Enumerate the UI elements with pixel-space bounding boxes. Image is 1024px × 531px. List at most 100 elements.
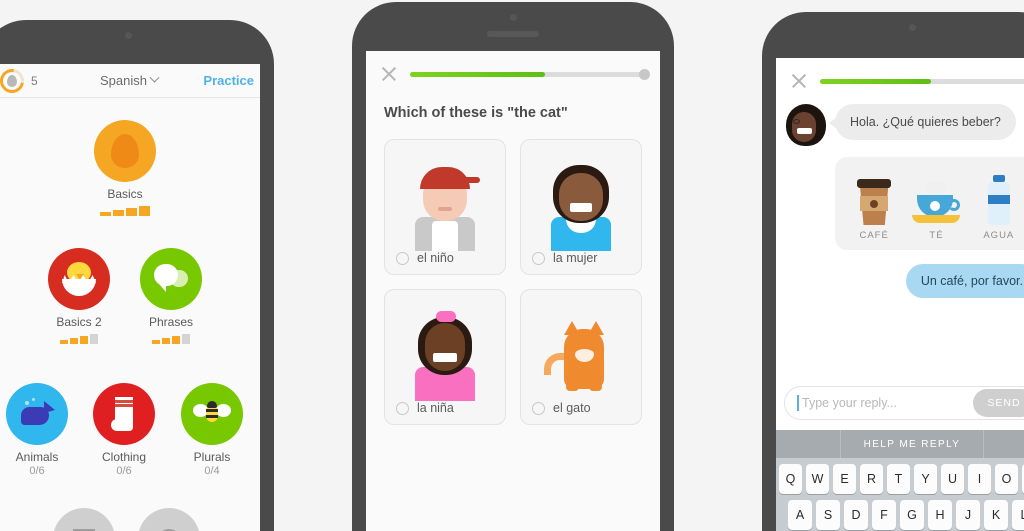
phone-device-center: Which of these is "the cat" el niño la m… bbox=[352, 2, 674, 531]
key-q[interactable]: Q bbox=[779, 464, 802, 494]
drink-option-te[interactable]: TÉ bbox=[906, 169, 966, 241]
skill-icon-disc bbox=[53, 508, 115, 531]
key-k[interactable]: K bbox=[984, 500, 1008, 530]
reply-placeholder: Type your reply... bbox=[802, 396, 897, 410]
on-screen-keyboard: QWERTYUIOP ASDFGHJKL ZXCVBNM bbox=[776, 458, 1024, 531]
golden-egg-icon bbox=[111, 134, 139, 168]
lesson-progress-bar bbox=[410, 68, 650, 80]
boy-avatar bbox=[406, 159, 484, 251]
skill-name: Animals bbox=[15, 450, 59, 464]
phone-device-left: 5 Spanish Practice Basics Basics 2 Phras… bbox=[0, 20, 274, 531]
progress-knob-icon bbox=[639, 68, 650, 80]
drink-label: AGUA bbox=[983, 230, 1015, 241]
drink-option-cafe[interactable]: CAFÉ bbox=[844, 169, 904, 241]
choice-label: el gato bbox=[553, 401, 591, 415]
skill-icon-disc bbox=[94, 120, 156, 182]
skill-icon-disc bbox=[93, 383, 155, 445]
coffee-cup-icon bbox=[844, 169, 904, 225]
help-right-segment[interactable] bbox=[984, 430, 1024, 458]
choice-illustration bbox=[521, 140, 641, 251]
close-icon[interactable] bbox=[380, 65, 398, 83]
reply-input-wrapper[interactable]: Type your reply... SEND bbox=[784, 386, 1024, 420]
drink-label: TÉ bbox=[929, 230, 944, 241]
skill-locked-2[interactable] bbox=[138, 508, 200, 531]
avatar bbox=[786, 104, 826, 146]
skill-icon-disc bbox=[6, 383, 68, 445]
key-f[interactable]: F bbox=[872, 500, 896, 530]
radio-icon[interactable] bbox=[532, 251, 545, 265]
close-icon[interactable] bbox=[790, 72, 808, 90]
choice-el-nino[interactable]: el niño bbox=[384, 139, 506, 275]
key-s[interactable]: S bbox=[816, 500, 840, 530]
keyboard-row-2: ASDFGHJKL bbox=[779, 500, 1024, 530]
choice-la-mujer[interactable]: la mujer bbox=[520, 139, 642, 275]
skill-clothing[interactable]: Clothing 0/6 bbox=[93, 383, 155, 477]
skill-locked-1[interactable] bbox=[53, 508, 115, 531]
skill-icon-disc bbox=[181, 383, 243, 445]
drink-option-agua[interactable]: AGUA bbox=[969, 169, 1024, 241]
camera-dot-icon bbox=[124, 32, 132, 39]
skill-progress-bars bbox=[140, 333, 202, 344]
key-y[interactable]: Y bbox=[914, 464, 937, 494]
whale-icon bbox=[19, 398, 55, 427]
skill-icon-disc bbox=[48, 248, 110, 310]
chat-bot-screen: Hola. ¿Qué quieres beber? CAFÉ TÉ AGUA U… bbox=[776, 58, 1024, 531]
key-j[interactable]: J bbox=[956, 500, 980, 530]
question-prompt: Which of these is "the cat" bbox=[384, 105, 568, 121]
choice-el-gato[interactable]: el gato bbox=[520, 289, 642, 425]
streak-count: 5 bbox=[31, 73, 38, 88]
skill-basics-2[interactable]: Basics 2 bbox=[48, 248, 110, 344]
skill-progress-bars bbox=[48, 333, 110, 344]
skill-tree-header: 5 Spanish Practice bbox=[0, 64, 260, 98]
key-o[interactable]: O bbox=[995, 464, 1018, 494]
key-e[interactable]: E bbox=[833, 464, 856, 494]
language-selector[interactable]: Spanish bbox=[100, 72, 160, 88]
skill-phrases[interactable]: Phrases bbox=[140, 248, 202, 344]
key-i[interactable]: I bbox=[968, 464, 991, 494]
radio-icon[interactable] bbox=[396, 251, 409, 265]
send-button[interactable]: SEND bbox=[973, 389, 1024, 417]
skill-count: 0/6 bbox=[116, 465, 132, 477]
user-message-row: Un café, por favor. bbox=[776, 250, 1024, 298]
choice-la-nina[interactable]: la niña bbox=[384, 289, 506, 425]
phone1-screen: 5 Spanish Practice Basics Basics 2 Phras… bbox=[0, 64, 260, 531]
sock-icon bbox=[111, 397, 137, 431]
key-d[interactable]: D bbox=[844, 500, 868, 530]
key-r[interactable]: R bbox=[860, 464, 883, 494]
choice-label-row: la mujer bbox=[521, 251, 641, 274]
teacup-icon bbox=[906, 169, 966, 225]
choice-illustration bbox=[385, 140, 505, 251]
skill-count: 0/6 bbox=[29, 465, 45, 477]
radio-icon[interactable] bbox=[396, 401, 409, 415]
skill-count: 0/4 bbox=[204, 465, 220, 477]
drink-options-card: CAFÉ TÉ AGUA bbox=[835, 157, 1024, 250]
woman-avatar bbox=[542, 159, 620, 251]
skill-tree: Basics Basics 2 Phrases Animals 0/6 Clot… bbox=[0, 98, 260, 531]
key-a[interactable]: A bbox=[788, 500, 812, 530]
help-me-reply-button[interactable]: HELP ME REPLY bbox=[840, 430, 984, 458]
key-g[interactable]: G bbox=[900, 500, 924, 530]
skill-icon-disc bbox=[140, 248, 202, 310]
phone-device-right: Hola. ¿Qué quieres beber? CAFÉ TÉ AGUA U… bbox=[762, 12, 1024, 531]
text-caret bbox=[797, 395, 799, 411]
cat-illustration bbox=[544, 313, 618, 401]
chevron-down-icon bbox=[149, 72, 160, 83]
key-u[interactable]: U bbox=[941, 464, 964, 494]
chick-egg-icon bbox=[62, 262, 96, 296]
practice-button[interactable]: Practice bbox=[203, 73, 254, 88]
radio-icon[interactable] bbox=[532, 401, 545, 415]
skill-basics[interactable]: Basics bbox=[94, 120, 156, 216]
help-left-segment[interactable] bbox=[776, 430, 840, 458]
streak-indicator[interactable]: 5 bbox=[0, 64, 38, 98]
key-l[interactable]: L bbox=[1012, 500, 1024, 530]
choice-label: la mujer bbox=[553, 251, 598, 265]
skill-animals[interactable]: Animals 0/6 bbox=[6, 383, 68, 477]
phone2-screen: Which of these is "the cat" el niño la m… bbox=[366, 51, 660, 531]
skill-progress-bars bbox=[94, 205, 156, 216]
key-w[interactable]: W bbox=[806, 464, 829, 494]
girl-avatar bbox=[406, 309, 484, 401]
key-h[interactable]: H bbox=[928, 500, 952, 530]
key-t[interactable]: T bbox=[887, 464, 910, 494]
progress-fill bbox=[820, 78, 932, 84]
skill-plurals[interactable]: Plurals 0/4 bbox=[181, 383, 243, 477]
